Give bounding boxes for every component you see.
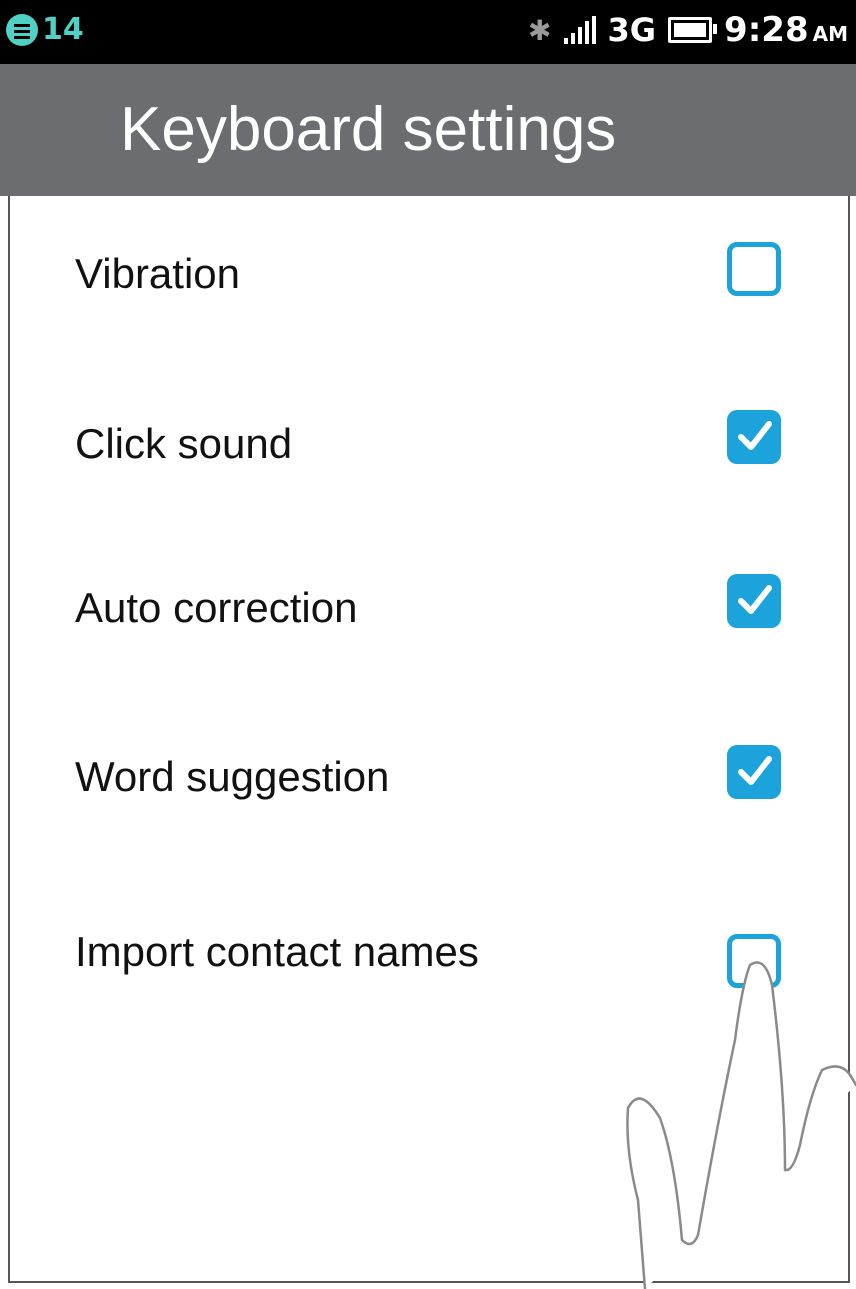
app-header: Keyboard settings xyxy=(0,64,856,196)
clock-ampm: AM xyxy=(812,22,848,46)
check-mark-icon xyxy=(738,585,772,614)
setting-row-import-contact-names[interactable]: Import contact names xyxy=(0,908,856,998)
status-icons: ✱ 3G 9:28 AM xyxy=(528,10,848,50)
setting-label-vibration: Vibration xyxy=(75,250,241,297)
check-mark-icon xyxy=(738,421,772,450)
setting-label-word-suggestion: Word suggestion xyxy=(75,753,390,800)
notification-icon xyxy=(6,13,38,46)
checkbox-vibration[interactable] xyxy=(727,242,781,296)
battery-icon xyxy=(668,17,718,43)
notification-indicator[interactable]: 14 xyxy=(6,12,84,47)
setting-row-word-suggestion[interactable]: Word suggestion xyxy=(0,733,856,823)
status-bar: 14 ✱ 3G 9:28 AM xyxy=(0,0,856,64)
network-type: 3G xyxy=(607,11,657,49)
page-title: Keyboard settings xyxy=(120,95,617,164)
notification-count: 14 xyxy=(42,12,84,47)
clock-time: 9:28 xyxy=(724,10,809,50)
checkbox-auto-correction[interactable] xyxy=(727,574,781,628)
setting-row-click-sound[interactable]: Click sound xyxy=(0,400,856,490)
phone-screen: 14 ✱ 3G 9:28 AM Keyboard settings Vibrat… xyxy=(0,0,856,1289)
setting-label-import-contact-names: Import contact names xyxy=(75,928,479,975)
setting-row-vibration[interactable]: Vibration xyxy=(0,230,856,320)
checkbox-word-suggestion[interactable] xyxy=(727,745,781,799)
check-mark-icon xyxy=(738,756,772,785)
bluetooth-icon: ✱ xyxy=(528,13,552,47)
checkbox-import-contact-names[interactable] xyxy=(727,934,781,988)
setting-label-click-sound: Click sound xyxy=(75,420,293,467)
checkbox-click-sound[interactable] xyxy=(727,410,781,464)
signal-icon xyxy=(563,16,596,44)
setting-row-auto-correction[interactable]: Auto correction xyxy=(0,562,856,652)
setting-label-auto-correction: Auto correction xyxy=(75,584,358,631)
